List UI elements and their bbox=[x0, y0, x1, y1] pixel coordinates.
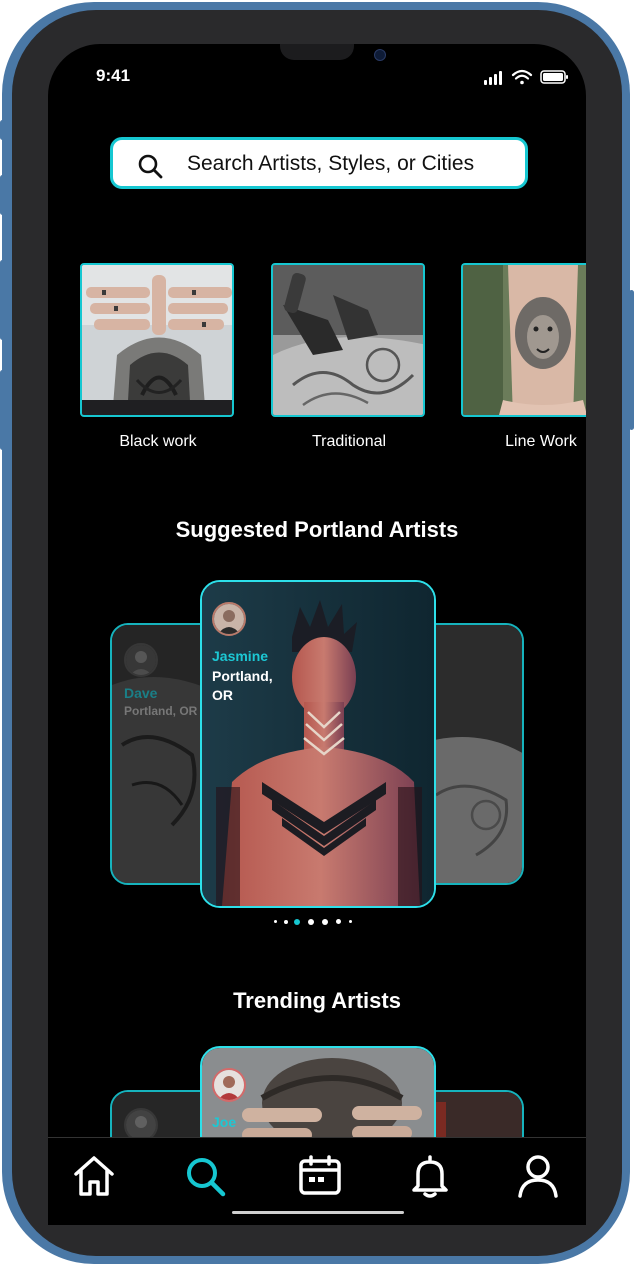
style-card-traditional[interactable] bbox=[271, 263, 425, 417]
carousel-dot[interactable] bbox=[308, 919, 314, 925]
phone-side-button bbox=[0, 370, 5, 450]
phone-side-button bbox=[0, 175, 5, 215]
phone-side-button bbox=[0, 120, 5, 140]
nav-search-button[interactable] bbox=[181, 1152, 229, 1200]
nav-calendar-button[interactable] bbox=[296, 1152, 344, 1200]
dave-location: Portland, OR bbox=[124, 704, 198, 718]
jasmine-avatar bbox=[212, 602, 246, 636]
blackwork-photo bbox=[82, 265, 232, 415]
camera-dot bbox=[374, 49, 386, 61]
search-placeholder: Search Artists, Styles, or Cities bbox=[187, 152, 475, 175]
bell-icon bbox=[412, 1155, 448, 1198]
style-card-linework[interactable] bbox=[461, 263, 586, 417]
status-time: 9:41 bbox=[96, 66, 131, 85]
search-bar[interactable]: Search Artists, Styles, or Cities bbox=[110, 137, 528, 189]
status-icons bbox=[484, 69, 568, 85]
carousel-dot[interactable] bbox=[349, 920, 352, 923]
style-label-traditional: Traditional bbox=[311, 433, 387, 450]
jasmine-name: Jasmine bbox=[212, 648, 269, 664]
style-label-blackwork: Black work bbox=[119, 433, 197, 450]
home-indicator[interactable] bbox=[232, 1211, 404, 1214]
wifi-icon bbox=[511, 69, 533, 85]
signal-icon bbox=[484, 71, 502, 85]
joe-avatar bbox=[212, 1068, 246, 1102]
nav-home-button[interactable] bbox=[70, 1152, 118, 1200]
carousel-dot[interactable] bbox=[274, 920, 277, 923]
style-label-linework: Line Work bbox=[505, 433, 577, 450]
search-icon bbox=[187, 1158, 226, 1197]
dave-name: Dave bbox=[124, 685, 158, 701]
nav-notifications-button[interactable] bbox=[406, 1152, 454, 1200]
phone-side-button bbox=[629, 290, 634, 430]
carousel-dot[interactable] bbox=[284, 920, 288, 924]
carousel-dot[interactable] bbox=[322, 919, 328, 925]
carousel-dots[interactable] bbox=[272, 917, 362, 927]
linework-photo bbox=[463, 265, 586, 415]
suggested-section-title: Suggested Portland Artists bbox=[175, 517, 459, 542]
battery-icon bbox=[540, 70, 568, 84]
search-icon bbox=[138, 154, 163, 179]
jasmine-location-line2: OR bbox=[212, 687, 233, 703]
trending-section-title: Trending Artists bbox=[233, 988, 401, 1013]
carousel-dot-active[interactable] bbox=[294, 919, 300, 925]
speaker-notch bbox=[280, 44, 354, 60]
calendar-icon bbox=[299, 1155, 341, 1195]
home-icon bbox=[74, 1156, 114, 1196]
nav-profile-button[interactable] bbox=[514, 1152, 562, 1200]
jasmine-location-line1: Portland, bbox=[212, 668, 273, 684]
traditional-photo bbox=[273, 265, 423, 415]
dave-avatar bbox=[124, 643, 158, 677]
phone-side-button bbox=[0, 260, 5, 340]
carousel-dot[interactable] bbox=[336, 919, 341, 924]
style-card-blackwork[interactable] bbox=[80, 263, 234, 417]
joe-name: Joe bbox=[212, 1114, 237, 1130]
user-icon bbox=[518, 1155, 558, 1198]
